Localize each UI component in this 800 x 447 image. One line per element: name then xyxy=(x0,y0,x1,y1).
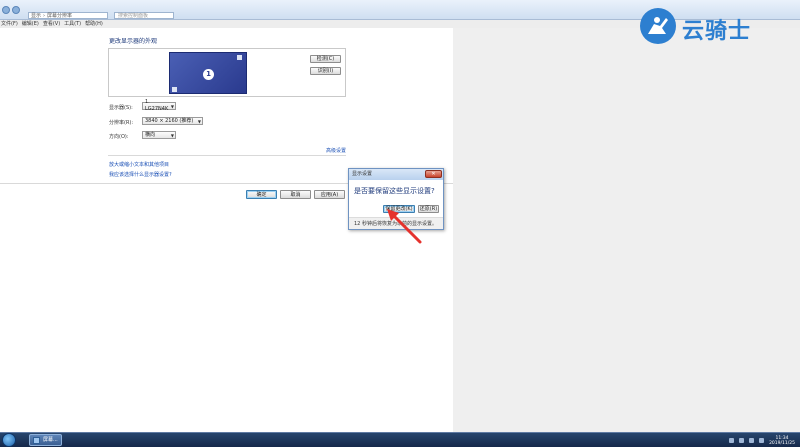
monitor-number: 1 xyxy=(203,69,214,80)
taskbar-item-label: 屏幕... xyxy=(43,437,58,443)
chevron-down-icon: ▼ xyxy=(197,118,201,124)
dialog-title: 显示设置 xyxy=(352,171,373,177)
ok-button[interactable]: 确定 xyxy=(246,190,277,199)
network-icon[interactable] xyxy=(749,438,755,443)
tray-app-icon[interactable] xyxy=(729,438,735,443)
control-panel-icon xyxy=(33,437,40,444)
close-icon[interactable]: ✕ xyxy=(425,170,442,178)
orientation-value: 横向 xyxy=(145,131,156,138)
watermark: 云骑士 xyxy=(640,8,800,44)
monitor-corner-icon xyxy=(172,87,177,92)
identify-button[interactable]: 识别(I) xyxy=(310,67,341,75)
breadcrumb-resolution[interactable]: 屏幕分辨率 xyxy=(47,12,72,19)
volume-icon[interactable] xyxy=(759,438,765,443)
display-select[interactable]: 1. LG27N4K ▼ xyxy=(142,99,176,112)
enlarge-text-link[interactable]: 放大或缩小文本和其他项目 xyxy=(109,161,169,168)
resolution-value: 3840 × 2160 (推荐) xyxy=(145,117,194,124)
advanced-settings-link[interactable]: 高级设置 xyxy=(326,147,346,154)
watermark-text: 云骑士 xyxy=(682,19,752,44)
menu-help[interactable]: 帮助(H) xyxy=(85,20,103,28)
orientation-label: 方向(O): xyxy=(109,134,129,140)
menu-edit[interactable]: 编辑(E) xyxy=(22,20,39,28)
start-button[interactable] xyxy=(2,433,16,447)
menu-file[interactable]: 文件(F) xyxy=(1,20,18,28)
monitor-1[interactable]: 1 xyxy=(169,52,247,94)
breadcrumb-display[interactable]: 显示 xyxy=(31,12,41,19)
clock-date: 2019/11/25 xyxy=(769,440,795,446)
detect-button[interactable]: 检测(C) xyxy=(310,55,341,63)
search-input[interactable]: 搜索控制面板 xyxy=(114,12,174,19)
page-title: 更改显示器的外观 xyxy=(109,38,158,45)
empty-area xyxy=(453,28,800,432)
menu-view[interactable]: 查看(V) xyxy=(43,20,60,28)
forward-button[interactable] xyxy=(12,6,20,14)
knight-logo-icon xyxy=(640,8,676,44)
display-value: 1. LG27N4K xyxy=(145,99,169,112)
monitor-corner-icon xyxy=(237,55,242,60)
cancel-button[interactable]: 取消 xyxy=(280,190,311,199)
chevron-down-icon: ▼ xyxy=(170,103,174,109)
orientation-select[interactable]: 横向 ▼ xyxy=(142,131,176,139)
taskbar: 屏幕... 11:34 2019/11/25 xyxy=(0,432,800,447)
resolution-label: 分辨率(R): xyxy=(109,120,134,126)
apply-button[interactable]: 应用(A) xyxy=(314,190,345,199)
resolution-select[interactable]: 3840 × 2160 (推荐) ▼ xyxy=(142,117,203,125)
back-button[interactable] xyxy=(2,6,10,14)
breadcrumb[interactable]: 显示 › 屏幕分辨率 xyxy=(28,12,108,19)
which-settings-link[interactable]: 我应该选择什么显示器设置? xyxy=(109,171,172,178)
tray-app-icon[interactable] xyxy=(739,438,745,443)
clock[interactable]: 11:34 2019/11/25 xyxy=(769,436,795,446)
dialog-title-bar: 显示设置 ✕ xyxy=(349,169,443,180)
divider xyxy=(108,155,346,156)
monitor-preview: 1 检测(C) 识别(I) xyxy=(108,48,346,97)
system-tray: 11:34 2019/11/25 xyxy=(729,434,795,447)
taskbar-item-screen-resolution[interactable]: 屏幕... xyxy=(29,434,62,446)
pointer-arrow-icon xyxy=(387,209,422,244)
dialog-question: 是否要保留这些显示设置? xyxy=(354,187,435,195)
display-label: 显示器(S): xyxy=(109,105,133,111)
chevron-down-icon: ▼ xyxy=(170,132,174,138)
menu-tools[interactable]: 工具(T) xyxy=(64,20,81,28)
chevron-right-icon: › xyxy=(43,12,46,19)
